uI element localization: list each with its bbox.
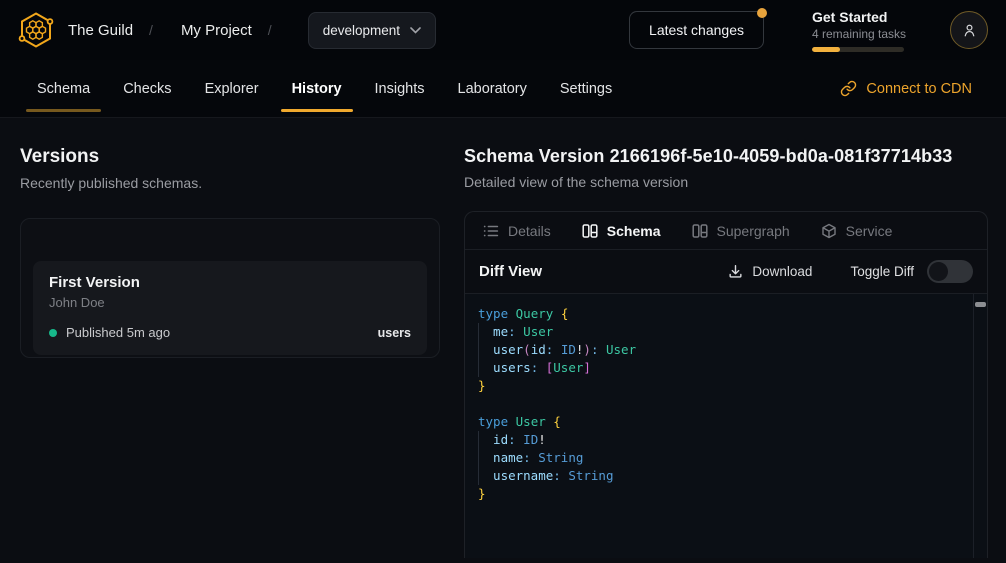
tab-label: Settings <box>560 81 612 97</box>
detail-title: Schema Version 2166196f-5e10-4059-bd0a-0… <box>464 146 988 167</box>
toggle-diff-label: Toggle Diff <box>850 264 914 279</box>
download-label: Download <box>752 264 812 279</box>
versions-list-card: First Version John Doe Published 5m ago … <box>20 218 440 358</box>
versions-title: Versions <box>20 146 440 168</box>
code-line: username: String <box>478 467 961 485</box>
main-content: Versions Recently published schemas. Fir… <box>0 118 1006 563</box>
version-list-item[interactable]: First Version John Doe Published 5m ago … <box>33 261 427 355</box>
code-line: users: [User] <box>478 359 961 377</box>
tab-history[interactable]: History <box>281 60 353 117</box>
cube-icon <box>821 223 837 239</box>
connect-to-cdn-button[interactable]: Connect to CDN <box>840 80 972 97</box>
guild-logo-icon[interactable] <box>16 10 56 50</box>
code-line: user(id: ID!): User <box>478 341 961 359</box>
code-line: } <box>478 377 961 395</box>
version-status-row: Published 5m ago users <box>49 325 411 340</box>
get-started-progressbar <box>812 47 904 52</box>
schema-code-panel: type Query { me: User user(id: ID!): Use… <box>465 293 987 558</box>
tab-label: Checks <box>123 81 171 97</box>
tab-supergraph[interactable]: Supergraph <box>692 223 790 239</box>
version-name: First Version <box>49 274 411 291</box>
detail-tabs: Details Schema <box>465 212 987 249</box>
columns-icon <box>582 223 598 239</box>
code-line: type User { <box>478 413 961 431</box>
code-line <box>478 395 961 413</box>
tab-settings[interactable]: Settings <box>549 60 623 117</box>
download-button[interactable]: Download <box>728 264 812 279</box>
latest-changes-button[interactable]: Latest changes <box>629 11 764 49</box>
chevron-down-icon <box>410 27 421 34</box>
get-started-subtitle: 4 remaining tasks <box>812 27 904 41</box>
app-window: The Guild / My Project / development Lat… <box>0 0 1006 563</box>
tab-label: Laboratory <box>458 81 527 97</box>
code-line: name: String <box>478 449 961 467</box>
scrollbar-thumb[interactable] <box>975 302 986 307</box>
toggle-diff-control: Toggle Diff <box>850 260 973 283</box>
version-status: Published 5m ago <box>66 325 170 340</box>
code-line: } <box>478 485 961 503</box>
version-author: John Doe <box>49 295 411 310</box>
environment-select-value: development <box>323 23 400 38</box>
tab-insights[interactable]: Insights <box>364 60 436 117</box>
breadcrumb-org[interactable]: The Guild <box>68 22 133 39</box>
versions-subtitle: Recently published schemas. <box>20 175 440 191</box>
environment-select[interactable]: development <box>308 12 436 49</box>
code-line: me: User <box>478 323 961 341</box>
tab-label: Schema <box>607 223 661 239</box>
columns-icon <box>692 223 708 239</box>
detail-subtitle: Detailed view of the schema version <box>464 174 988 190</box>
tab-laboratory[interactable]: Laboratory <box>447 60 538 117</box>
get-started-title: Get Started <box>812 9 904 25</box>
primary-nav: Schema Checks Explorer History Insights … <box>0 60 1006 118</box>
user-icon <box>961 22 978 39</box>
code-editor[interactable]: type Query { me: User user(id: ID!): Use… <box>478 305 961 503</box>
toggle-diff-switch[interactable] <box>927 260 973 283</box>
tab-label: History <box>292 81 342 97</box>
tab-details[interactable]: Details <box>483 223 551 239</box>
download-icon <box>728 264 743 279</box>
progress-fill <box>812 47 840 52</box>
tab-checks[interactable]: Checks <box>112 60 182 117</box>
link-icon <box>840 80 857 97</box>
connect-to-cdn-label: Connect to CDN <box>866 81 972 97</box>
code-line: type Query { <box>478 305 961 323</box>
tab-explorer[interactable]: Explorer <box>194 60 270 117</box>
breadcrumb-project[interactable]: My Project <box>181 22 252 39</box>
get-started-widget[interactable]: Get Started 4 remaining tasks <box>812 9 904 52</box>
version-detail-panel: Schema Version 2166196f-5e10-4059-bd0a-0… <box>464 118 988 563</box>
tab-label: Insights <box>375 81 425 97</box>
tab-label: Schema <box>37 81 90 97</box>
list-icon <box>483 223 499 239</box>
diff-actions: Download Toggle Diff <box>728 260 973 283</box>
detail-card: Details Schema <box>464 211 988 558</box>
versions-panel: Versions Recently published schemas. Fir… <box>20 118 440 563</box>
tab-label: Supergraph <box>717 223 790 239</box>
notification-dot-icon <box>757 8 767 18</box>
tab-service[interactable]: Service <box>821 223 893 239</box>
user-avatar[interactable] <box>950 11 988 49</box>
tab-label: Details <box>508 223 551 239</box>
top-header: The Guild / My Project / development Lat… <box>0 0 1006 60</box>
version-service-badge: users <box>378 326 411 340</box>
breadcrumb-separator: / <box>149 22 153 38</box>
latest-changes-label: Latest changes <box>649 22 744 38</box>
tab-schema[interactable]: Schema <box>26 60 101 117</box>
published-dot-icon <box>49 329 57 337</box>
code-line: id: ID! <box>478 431 961 449</box>
scrollbar-track <box>973 294 974 558</box>
tab-label: Explorer <box>205 81 259 97</box>
tab-schema-view[interactable]: Schema <box>582 223 661 239</box>
toggle-knob <box>929 262 948 281</box>
breadcrumb-separator: / <box>268 22 272 38</box>
diff-view-title: Diff View <box>479 263 542 280</box>
tab-label: Service <box>846 223 893 239</box>
diff-header: Diff View Download Toggle Diff <box>465 249 987 293</box>
